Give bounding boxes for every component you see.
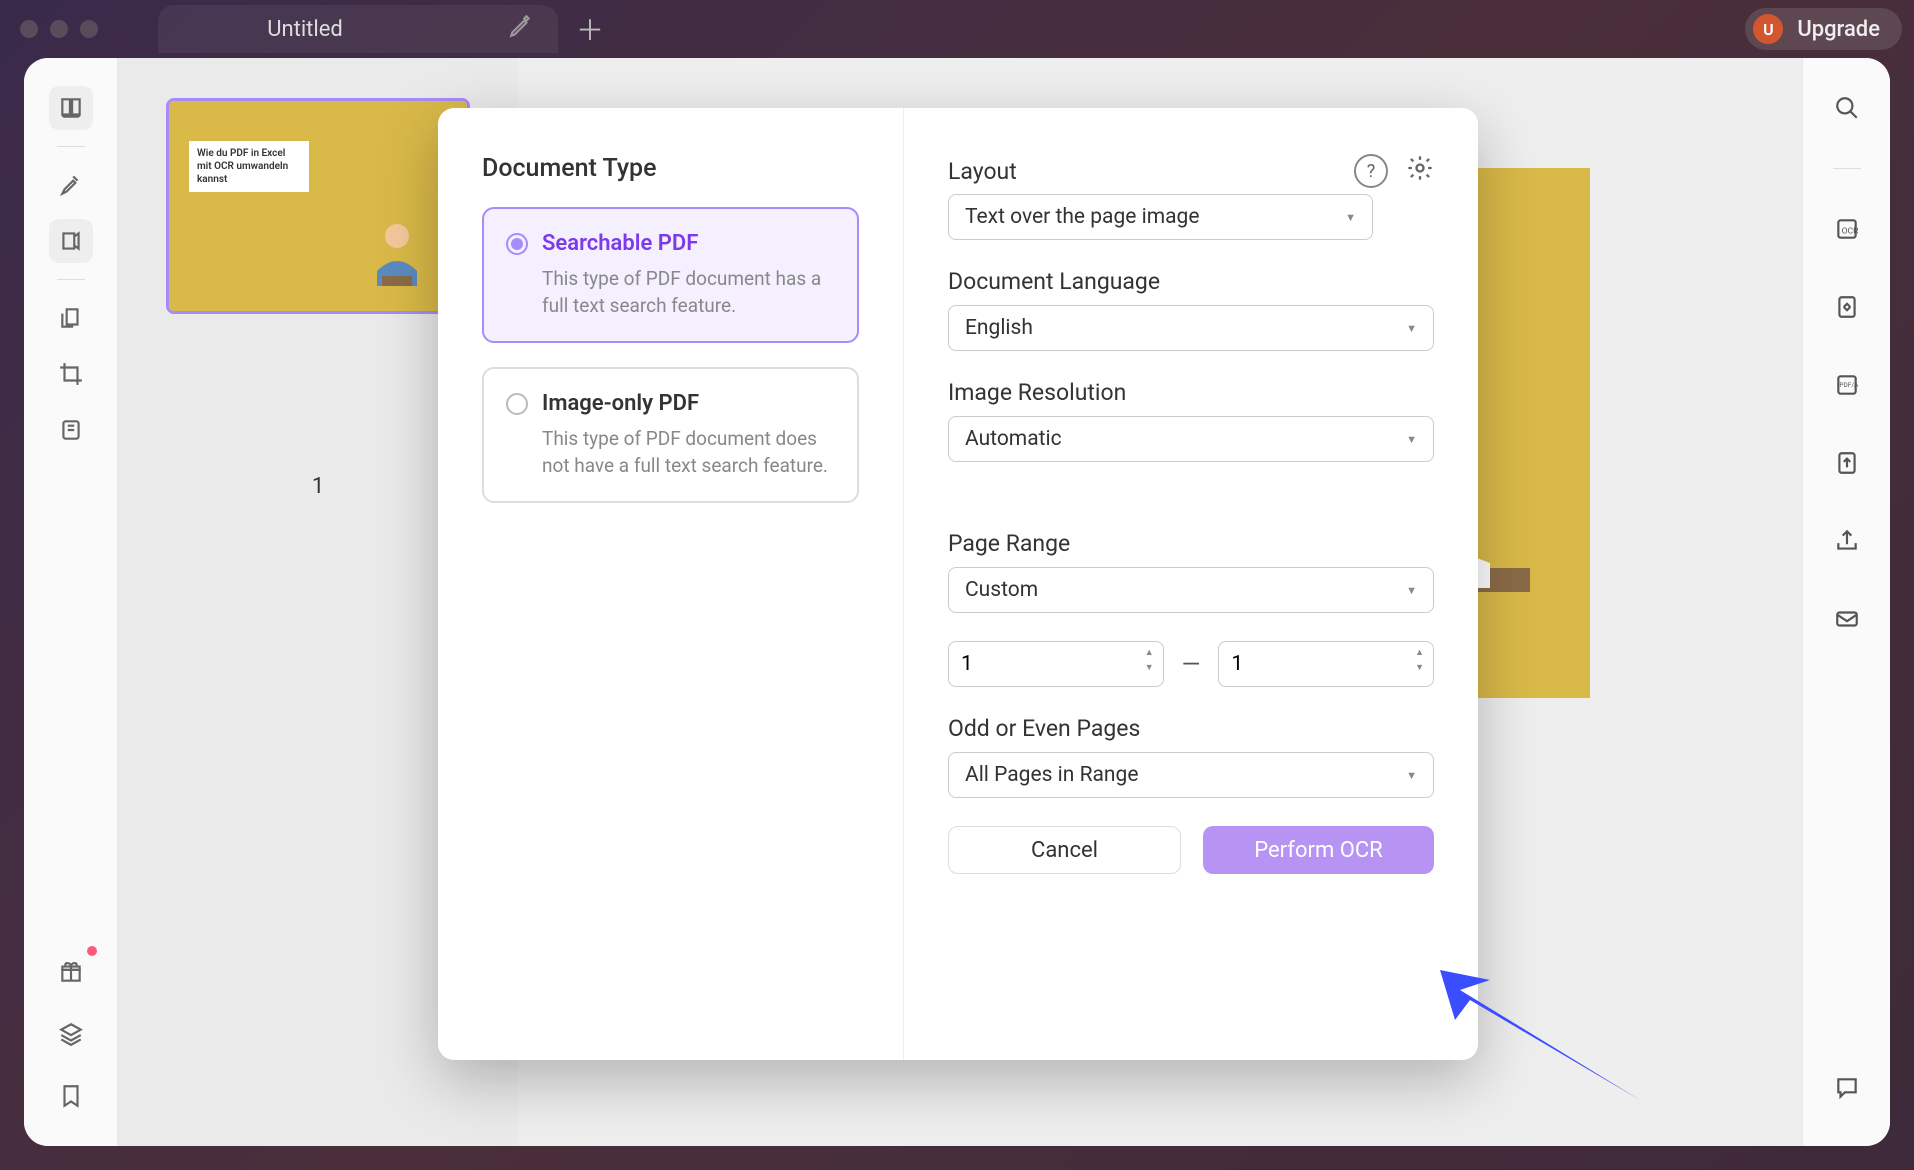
resolution-dropdown[interactable]: Automatic ▼ <box>948 416 1434 462</box>
separator <box>57 279 85 280</box>
highlighter-icon[interactable] <box>49 163 93 207</box>
close-window-icon[interactable] <box>20 20 38 38</box>
range-from-input[interactable]: 1 ▲▼ <box>948 641 1164 687</box>
chevron-down-icon: ▼ <box>1345 211 1356 224</box>
layout-dropdown[interactable]: Text over the page image ▼ <box>948 194 1373 240</box>
language-label: Document Language <box>948 268 1434 295</box>
comment-icon[interactable] <box>1825 1066 1869 1110</box>
settings-icon[interactable] <box>1406 154 1434 188</box>
new-tab-button[interactable]: ＋ <box>566 5 614 53</box>
range-to-input[interactable]: 1 ▲▼ <box>1218 641 1434 687</box>
option-description: This type of PDF document does not have … <box>542 426 835 479</box>
language-dropdown[interactable]: English ▼ <box>948 305 1434 351</box>
chevron-down-icon: ▼ <box>1406 322 1417 335</box>
help-icon[interactable]: ? <box>1354 154 1388 188</box>
option-description: This type of PDF document has a full tex… <box>542 266 835 319</box>
odd-even-value: All Pages in Range <box>965 763 1138 787</box>
zoom-window-icon[interactable] <box>80 20 98 38</box>
right-toolbar: OCR PDF/A <box>1802 58 1890 1146</box>
option-title: Image-only PDF <box>542 391 699 416</box>
minimize-window-icon[interactable] <box>50 20 68 38</box>
tab-title: Untitled <box>182 17 428 42</box>
svg-text:OCR: OCR <box>1841 226 1859 236</box>
avatar: U <box>1753 14 1783 44</box>
range-separator: — <box>1182 650 1201 678</box>
mail-icon[interactable] <box>1825 597 1869 641</box>
separator <box>1833 168 1861 169</box>
option-searchable-pdf[interactable]: Searchable PDF This type of PDF document… <box>482 207 859 343</box>
pdfa-icon[interactable]: PDF/A <box>1825 363 1869 407</box>
document-type-heading: Document Type <box>482 154 859 183</box>
separator <box>57 146 85 147</box>
thumbnail-illustration <box>357 211 437 291</box>
svg-text:PDF/A: PDF/A <box>1839 381 1859 389</box>
compress-icon[interactable] <box>1825 441 1869 485</box>
thumbnail-caption: Wie du PDF in Excel mit OCR umwandeln ka… <box>189 141 309 192</box>
dialog-left-panel: Document Type Searchable PDF This type o… <box>438 108 904 1060</box>
window-titlebar: Untitled ＋ U Upgrade <box>0 0 1914 58</box>
step-up-icon[interactable]: ▲ <box>1412 646 1427 661</box>
language-value: English <box>965 316 1033 340</box>
ocr-icon[interactable]: OCR <box>1825 207 1869 251</box>
pages-icon[interactable] <box>49 408 93 452</box>
dialog-right-panel: Layout ? Text over the page image ▼ Docu… <box>904 108 1478 1060</box>
page-range-label: Page Range <box>948 530 1434 557</box>
perform-ocr-button[interactable]: Perform OCR <box>1203 826 1434 874</box>
share-icon[interactable] <box>1825 519 1869 563</box>
traffic-lights <box>20 20 98 38</box>
bookmark-icon[interactable] <box>49 1074 93 1118</box>
copy-icon[interactable] <box>49 296 93 340</box>
chevron-down-icon: ▼ <box>1406 584 1417 597</box>
step-down-icon[interactable]: ▼ <box>1412 661 1427 676</box>
thumbnail-page-number: 1 <box>166 474 470 499</box>
step-down-icon[interactable]: ▼ <box>1142 661 1157 676</box>
range-to-value: 1 <box>1231 652 1243 676</box>
convert-icon[interactable] <box>1825 285 1869 329</box>
ocr-dialog: Document Type Searchable PDF This type o… <box>438 108 1478 1060</box>
resolution-label: Image Resolution <box>948 379 1434 406</box>
option-title: Searchable PDF <box>542 231 698 256</box>
edit-icon[interactable] <box>49 219 93 263</box>
rename-icon[interactable] <box>508 13 534 45</box>
page-thumbnail[interactable]: Wie du PDF in Excel mit OCR umwandeln ka… <box>166 98 470 314</box>
crop-icon[interactable] <box>49 352 93 396</box>
cancel-button[interactable]: Cancel <box>948 826 1181 874</box>
odd-even-dropdown[interactable]: All Pages in Range ▼ <box>948 752 1434 798</box>
range-from-value: 1 <box>961 652 973 676</box>
chevron-down-icon: ▼ <box>1406 433 1417 446</box>
book-icon[interactable] <box>49 86 93 130</box>
document-tab[interactable]: Untitled <box>158 5 558 53</box>
step-up-icon[interactable]: ▲ <box>1142 646 1157 661</box>
layout-label: Layout <box>948 158 1017 185</box>
radio-icon <box>506 393 528 415</box>
odd-even-label: Odd or Even Pages <box>948 715 1434 742</box>
upgrade-button[interactable]: U Upgrade <box>1745 8 1902 50</box>
chevron-down-icon: ▼ <box>1406 769 1417 782</box>
page-range-inputs: 1 ▲▼ — 1 ▲▼ <box>948 641 1434 687</box>
left-toolbar <box>24 58 118 1146</box>
layout-value: Text over the page image <box>965 205 1199 229</box>
search-icon[interactable] <box>1825 86 1869 130</box>
upgrade-label: Upgrade <box>1797 17 1880 42</box>
gift-icon[interactable] <box>49 950 93 994</box>
radio-icon <box>506 233 528 255</box>
resolution-value: Automatic <box>965 427 1062 451</box>
page-range-dropdown[interactable]: Custom ▼ <box>948 567 1434 613</box>
option-image-only-pdf[interactable]: Image-only PDF This type of PDF document… <box>482 367 859 503</box>
dialog-buttons: Cancel Perform OCR <box>948 826 1434 874</box>
layers-icon[interactable] <box>49 1012 93 1056</box>
page-range-value: Custom <box>965 578 1038 602</box>
